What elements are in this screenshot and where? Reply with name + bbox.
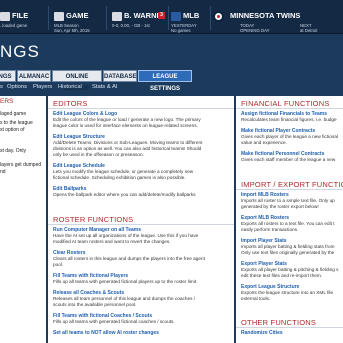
financial-functions-header: FINANCIAL FUNCTIONS	[241, 99, 330, 108]
roster-functions-header: ROSTER FUNCTIONS	[53, 215, 134, 224]
subnav-item-options[interactable]: Options	[7, 84, 27, 90]
import-export-header: IMPORT / EXPORT FUNCTIONS	[241, 180, 343, 189]
disallow-ai-roster-changes-link[interactable]: Set all teams to NOT allow AI roster cha…	[53, 330, 159, 336]
page-title: NGS	[0, 42, 40, 61]
manager-icon	[112, 12, 122, 21]
tab-bar: NGS ALMANAC ONLINE LEAGUE DATABASE LEAGU…	[0, 70, 343, 92]
mlb-logo-icon	[171, 12, 181, 21]
left-fragment: laged game	[0, 111, 27, 117]
tab-league-settings[interactable]: LEAGUE SETTINGS	[138, 70, 192, 92]
top-status-bar: FILE ..loaded game GAME MLB Season Sun, A…	[0, 0, 343, 34]
right-panel: FINANCIAL FUNCTIONS Assign fictional Fin…	[236, 96, 343, 343]
subnav-item-stats-ai[interactable]: Stats & AI	[92, 84, 117, 90]
game-icon	[54, 12, 64, 21]
team-menu[interactable]: MINNESOTA TWINS TODAY OPENING DAY NEXT at …	[212, 0, 343, 34]
other-functions-header: OTHER FUNCTIONS	[241, 318, 317, 327]
left-fragment: layers get dumped	[0, 162, 42, 168]
manager-menu[interactable]: B. WARNE 3 0-0, 0.00, - GB - 1st	[112, 0, 167, 34]
sub-navigation: s Options Players Historical Stats & AI	[0, 84, 343, 94]
folder-icon	[0, 12, 10, 21]
twins-logo-icon	[213, 11, 224, 22]
left-fragment: st option of	[0, 127, 25, 133]
subnav-item-players[interactable]: Players	[33, 84, 52, 90]
left-panel: ERS laged game s to the league st option…	[0, 96, 46, 343]
left-fragment: ERS	[0, 98, 14, 105]
tab-settings[interactable]: NGS	[0, 70, 16, 82]
notification-badge: 3	[158, 12, 165, 19]
left-fragment: st day. Only	[0, 148, 27, 154]
tab-almanac[interactable]: ALMANAC	[17, 70, 51, 82]
subnav-item-settings[interactable]: s	[0, 84, 3, 90]
tab-database[interactable]: DATABASE	[103, 70, 137, 82]
left-fragment: s to the league	[0, 120, 33, 126]
game-menu[interactable]: GAME MLB Season Sun, Apr 5th, 2015	[54, 0, 104, 34]
league-menu[interactable]: MLB YESTERDAY No games	[171, 0, 211, 34]
file-menu[interactable]: FILE ..loaded game	[0, 0, 48, 34]
middle-panel: EDITORS Edit League Colors & Logo Edit t…	[48, 96, 234, 343]
left-fragment: nd	[0, 169, 6, 175]
editors-header: EDITORS	[53, 99, 88, 108]
randomize-cities-link[interactable]: Randomize Cities	[241, 330, 283, 336]
subnav-item-historical[interactable]: Historical	[58, 84, 82, 90]
tab-online-league[interactable]: ONLINE LEAGUE	[52, 70, 102, 92]
